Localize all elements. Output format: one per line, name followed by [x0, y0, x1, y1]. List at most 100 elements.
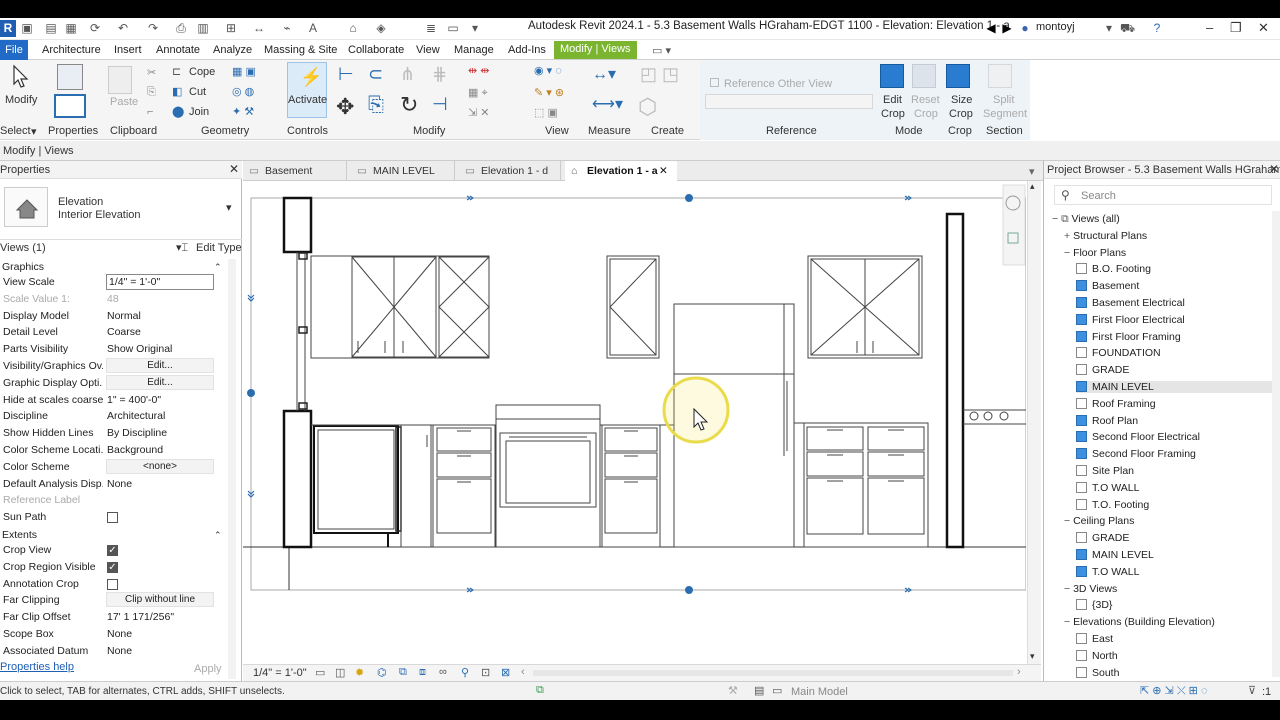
collapse-icon[interactable]: − [1052, 213, 1061, 225]
property-row[interactable]: Sun Path [0, 509, 224, 526]
property-row[interactable]: View Scale 1/4" = 1'-0" [0, 274, 224, 291]
join-button[interactable]: Join [189, 106, 209, 118]
edit-type-button[interactable]: Edit Type [196, 242, 242, 254]
browser-tree-item[interactable]: Second Floor Electrical [1076, 431, 1272, 443]
create-part-icon[interactable]: ◰ ◳ [640, 64, 679, 85]
revit-logo[interactable]: R [0, 20, 16, 37]
view-tool-1-icon[interactable]: ◉ ▾ ◌ [534, 64, 562, 77]
sync-icon[interactable]: ⟳ [88, 21, 102, 35]
temp-hide-icon[interactable]: ∞ [439, 666, 447, 678]
user-icon[interactable]: ● [1018, 21, 1032, 35]
browser-tree-item[interactable]: First Floor Framing [1076, 330, 1272, 343]
restore-button[interactable]: ❐ [1230, 20, 1242, 36]
property-edit-button[interactable]: Edit... [106, 374, 214, 390]
copy-clipboard-icon[interactable]: ⎘ [147, 86, 156, 99]
geometry-tool-1-icon[interactable]: ▦ ▣ [232, 65, 256, 78]
paste-icon[interactable] [108, 66, 132, 94]
cut-button[interactable]: Cut [189, 86, 206, 98]
view-tool-3-icon[interactable]: ⬚ ▣ [534, 106, 558, 119]
edit-crop-label-2[interactable]: Crop [881, 108, 905, 120]
property-row[interactable]: Scope Box None [0, 626, 224, 643]
browser-tree-item[interactable]: − Ceiling Plans [1064, 515, 1272, 527]
property-row[interactable]: Display Model Normal [0, 308, 224, 325]
print-icon[interactable]: ⎙ [174, 21, 188, 35]
tab-collaborate[interactable]: Collaborate [348, 44, 404, 56]
visual-style-icon[interactable]: ◫ [335, 666, 345, 679]
cut-geometry-icon[interactable]: ◧ [172, 85, 182, 98]
tab-manage[interactable]: Manage [454, 44, 494, 56]
browser-tree-item[interactable]: B.O. Footing [1076, 263, 1272, 275]
shadows-icon[interactable]: ⌬ [377, 666, 387, 679]
split-icon[interactable]: ⇹ ⇹ [468, 64, 490, 77]
save-icon[interactable]: ▦ [64, 21, 78, 35]
mirror-pick-icon[interactable]: ⋔ [400, 64, 415, 85]
worksharing-status-icon[interactable]: ⧉ [536, 684, 544, 697]
property-edit-button[interactable]: Clip without line [106, 592, 214, 608]
property-value[interactable]: 17' 1 171/256" [107, 611, 174, 623]
tab-architecture[interactable]: Architecture [42, 44, 101, 56]
activate-label[interactable]: Activate [288, 94, 327, 106]
property-row[interactable]: Show Hidden Lines By Discipline [0, 425, 224, 442]
browser-tree-item[interactable]: FOUNDATION [1076, 347, 1272, 359]
elevation-drawing[interactable] [243, 181, 1027, 664]
property-edit-button[interactable]: <none> [106, 458, 214, 474]
property-row[interactable]: Detail Level Coarse [0, 324, 224, 341]
browser-tree-item[interactable]: − ⧉ Views (all) [1052, 213, 1272, 226]
select-links-icon[interactable]: ⇱ ⊕ ⇲ ⤬ ⊞ ◌ [1140, 684, 1208, 698]
browser-tree-item[interactable]: − Elevations (Building Elevation) [1064, 616, 1272, 628]
design-options-icon[interactable]: ⚒ [728, 684, 738, 697]
browser-tree-item[interactable]: First Floor Electrical [1076, 313, 1272, 326]
browser-tree-item[interactable]: T.O. Footing [1076, 498, 1272, 511]
text-icon[interactable]: A [306, 21, 320, 35]
scroll-up-icon[interactable]: ▴ [1030, 181, 1035, 192]
collapse-icon[interactable]: − [1064, 515, 1073, 527]
tab-add-ins[interactable]: Add-Ins [508, 44, 546, 56]
drawing-canvas[interactable] [243, 181, 1027, 664]
close-button[interactable]: ✕ [1258, 20, 1269, 36]
reset-crop-icon[interactable] [912, 64, 936, 88]
browser-tree-item[interactable]: {3D} [1076, 599, 1272, 611]
property-value[interactable]: Background [107, 444, 163, 456]
properties-close-icon[interactable]: ✕ [229, 162, 239, 176]
join-icon[interactable]: ⬤ [172, 105, 184, 118]
tab-close-icon[interactable]: ✕ [659, 161, 668, 181]
ref-other-view-checkbox[interactable] [710, 78, 719, 87]
browser-tree-item[interactable]: + Structural Plans [1064, 230, 1272, 242]
browser-tree-item[interactable]: T.O WALL [1076, 565, 1272, 578]
properties-scrollbar[interactable] [228, 259, 236, 679]
edit-crop-label-1[interactable]: Edit [883, 94, 902, 106]
property-value[interactable]: 48 [107, 293, 119, 305]
property-row[interactable]: Far Clipping Clip without line [0, 592, 224, 609]
collapse-icon[interactable]: − [1064, 247, 1073, 259]
type-selector-chevron-icon[interactable]: ▾ [226, 201, 232, 214]
filter-icon[interactable]: ⊽ [1248, 684, 1256, 697]
switch-windows-icon[interactable]: ▭ [446, 21, 460, 35]
browser-tree-item[interactable]: North [1076, 649, 1272, 662]
type-properties-icon[interactable] [57, 64, 83, 90]
property-checkbox[interactable]: ✓ [107, 561, 118, 573]
crop-view-icon[interactable]: ⧉ [399, 666, 407, 679]
property-row[interactable]: Associated Datum None [0, 643, 224, 660]
tab-view[interactable]: View [416, 44, 440, 56]
modify-cursor-icon[interactable] [8, 64, 34, 90]
cope-button[interactable]: Cope [189, 66, 215, 78]
worksharing-icon[interactable]: ⊡ [481, 666, 490, 679]
geometry-tool-3-icon[interactable]: ✦ ⚒ [232, 105, 254, 118]
user-dropdown-icon[interactable]: ▾ [1102, 21, 1116, 35]
expand-icon[interactable]: + [1064, 230, 1073, 242]
user-name[interactable]: montoyj [1036, 21, 1075, 33]
measure-between-icon[interactable]: ↔▾ [592, 64, 616, 84]
detail-level-icon[interactable]: ▭ [315, 666, 325, 679]
properties-help-link[interactable]: Properties help [0, 661, 74, 673]
canvas-vertical-scrollbar[interactable]: ▴ ▾ [1027, 181, 1041, 664]
activate-button[interactable]: ⚡ [287, 62, 327, 118]
property-edit-button[interactable]: Edit... [106, 358, 214, 373]
browser-tree-item[interactable]: GRADE [1076, 364, 1272, 376]
apply-button[interactable]: Apply [194, 663, 222, 675]
aligned-dimension-icon[interactable]: ⟷▾ [592, 94, 623, 114]
open-icon[interactable]: ▤ [44, 21, 58, 35]
property-value[interactable]: Show Original [107, 343, 172, 355]
measure-icon[interactable]: ⊞ [224, 21, 238, 35]
paste-label[interactable]: Paste [110, 96, 138, 108]
property-row[interactable]: Crop View ✓ [0, 542, 224, 559]
